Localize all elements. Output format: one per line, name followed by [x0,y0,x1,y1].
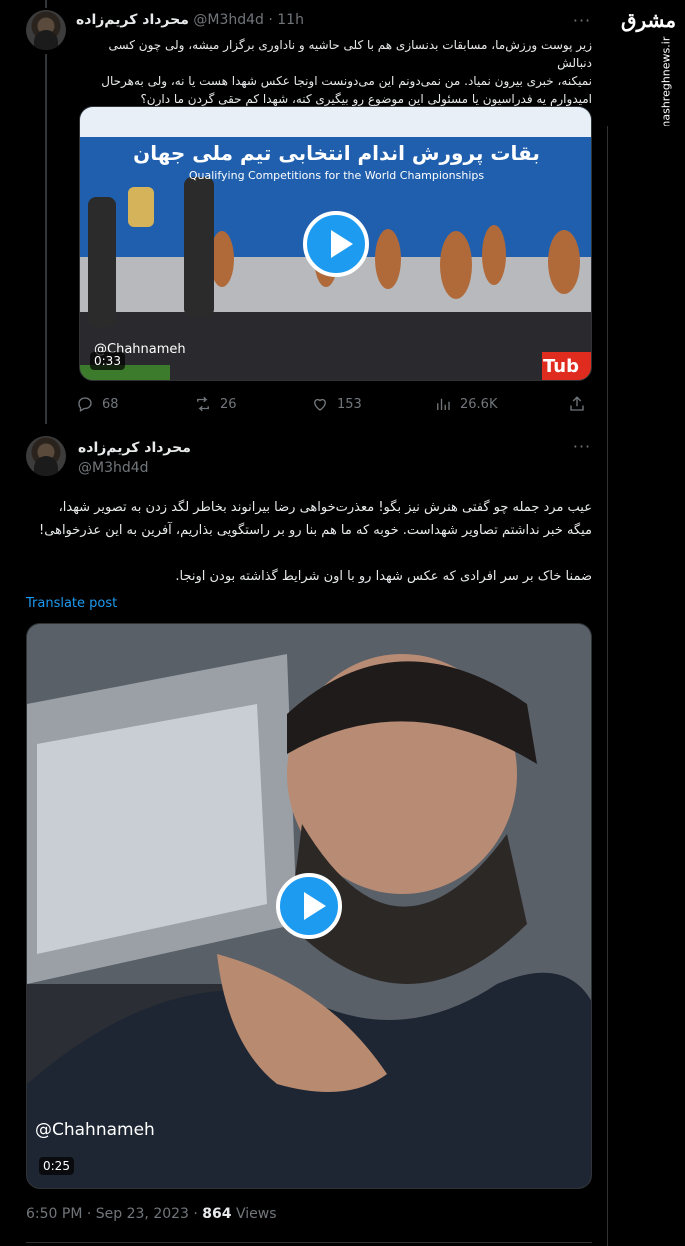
analytics-icon [437,398,450,410]
banner-subtext: Qualifying Competitions for the World Ch… [188,169,485,182]
tweet-header: محرداد کریم‌زاده @M3hd4d [78,438,191,478]
like-button[interactable]: 153 [311,393,362,415]
play-button[interactable] [303,211,369,277]
more-options-icon[interactable]: ··· [572,437,592,457]
heart-icon [314,398,326,411]
post-meta: 6:50 PM · Sep 23, 2023 · 864 Views [26,1206,277,1222]
display-name[interactable]: محرداد کریم‌زاده [78,438,191,458]
reply-icon [78,397,92,412]
share-button[interactable] [568,393,586,415]
post-time[interactable]: 11h [277,12,304,28]
tweet-text-line: ضمنا خاک بر سر افرادی که عکس شهدا رو با … [175,569,592,584]
video-player[interactable]: بقات پرورش اندام انتخابی تیم ملی جهان Qu… [79,106,592,381]
video-duration: 0:33 [90,352,125,370]
post-timestamp[interactable]: 6:50 PM · Sep 23, 2023 · [26,1206,202,1222]
display-name[interactable]: محرداد کریم‌زاده [76,12,189,28]
thread-line [45,54,47,424]
corner-label: Tub [543,356,579,377]
divider [26,1242,592,1243]
tweet-header: محرداد کریم‌زاده @M3hd4d · 11h [76,12,304,32]
timeline-feed: محرداد کریم‌زاده @M3hd4d · 11h ··· زیر پ… [0,0,606,1246]
tweet-text-line: میگه خبر نداشتم تصاویر شهداست. خوبه که م… [39,523,592,538]
thread-line-top [45,0,47,8]
avatar[interactable] [26,436,66,476]
tweet-text-line: عیب مرد جمله چو گفتی هنرش نیز بگو! معذرت… [58,500,592,515]
view-count: 26.6K [460,396,498,412]
repost-button[interactable]: 26 [194,393,237,415]
avatar[interactable] [26,10,66,50]
sidebar-blank [607,126,685,1246]
translate-post-link[interactable]: Translate post [26,596,117,611]
tweet-text-line [26,542,592,565]
brand-logo: مشرق [621,8,677,32]
share-icon [570,396,584,411]
tweet-text-line: زیر پوست ورزش‌ما، مسابقات بدنسازی هم با … [108,38,592,70]
video-duration: 0:25 [39,1157,74,1175]
reply-button[interactable]: 68 [76,393,119,415]
action-bar: 68 26 153 26.6K [76,393,592,415]
brand-url: mashreghnews.ir [659,36,673,132]
repost-icon [197,396,209,412]
video-watermark: @Chahnameh [35,1120,155,1140]
tweet-text-line: نمیکنه، خبری بیرون نمیاد. من نمی‌دونم ای… [101,74,592,88]
repost-count: 26 [220,396,237,412]
tweet-text: عیب مرد جمله چو گفتی هنرش نیز بگو! معذرت… [26,496,592,588]
banner-text: بقات پرورش اندام انتخابی تیم ملی جهان [133,141,540,165]
like-count: 153 [337,396,362,412]
dot-separator: · [268,12,273,28]
play-button[interactable] [276,873,342,939]
views-label: Views [231,1206,277,1222]
video-player[interactable]: @Chahnameh 0:25 [26,623,592,1189]
views-count: 864 [202,1206,232,1222]
views-button[interactable]: 26.6K [434,393,497,415]
reply-count: 68 [102,396,119,412]
brand-panel: مشرق mashreghnews.ir [607,0,685,132]
more-options-icon[interactable]: ··· [572,11,592,31]
tweet-text: زیر پوست ورزش‌ما، مسابقات بدنسازی هم با … [76,36,592,108]
user-handle[interactable]: @M3hd4d [193,12,264,28]
user-handle[interactable]: @M3hd4d [78,458,191,478]
